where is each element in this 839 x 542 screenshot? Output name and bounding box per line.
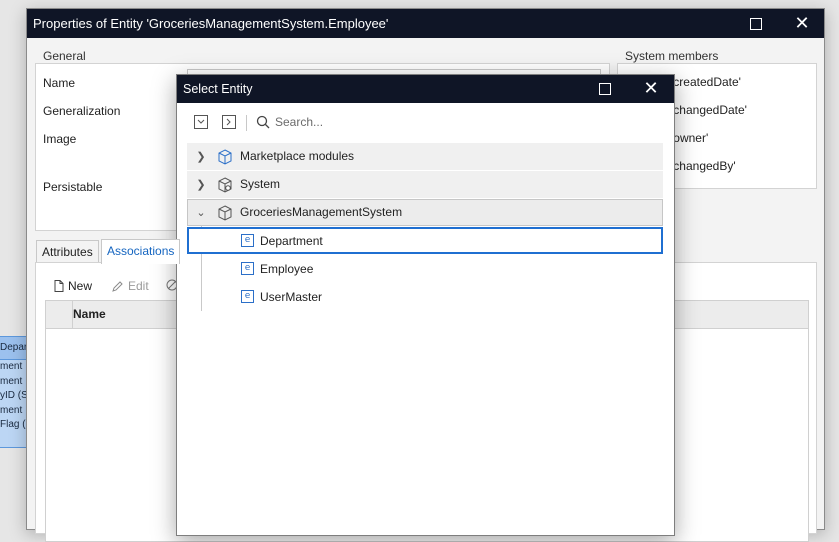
tree-label: UserMaster bbox=[260, 290, 323, 304]
new-button-label: New bbox=[68, 279, 93, 293]
system-members-label: System members bbox=[623, 49, 721, 63]
background-entity-line: ment bbox=[0, 375, 23, 387]
tree-label: Department bbox=[260, 234, 323, 248]
marketplace-module-icon bbox=[218, 149, 232, 165]
select-entity-dialog: Select Entity ✕ ❯ Marketplace modules ❯ … bbox=[176, 74, 675, 536]
persistable-label: Persistable bbox=[43, 180, 103, 194]
entity-icon: e bbox=[241, 290, 254, 303]
tree-item-groceries-management-system[interactable]: ⌄ GroceriesManagementSystem bbox=[187, 199, 663, 226]
search-icon bbox=[254, 113, 272, 131]
maximize-icon bbox=[599, 83, 611, 95]
search-input[interactable] bbox=[275, 113, 475, 131]
dialog-toolbar bbox=[177, 103, 674, 141]
expand-all-icon bbox=[222, 115, 236, 129]
grid-row-header-column bbox=[46, 301, 73, 328]
background-entity-line: yID (S bbox=[0, 390, 28, 401]
pencil-icon bbox=[112, 281, 123, 292]
dialog-close-button[interactable]: ✕ bbox=[628, 75, 674, 103]
image-label: Image bbox=[43, 132, 77, 146]
select-entity-title: Select Entity bbox=[183, 82, 253, 96]
tree-item-usermaster[interactable]: e UserMaster bbox=[187, 283, 663, 310]
collapse-all-button[interactable] bbox=[192, 113, 210, 131]
toolbar-separator bbox=[246, 115, 247, 131]
chevron-right-icon[interactable]: ❯ bbox=[195, 178, 207, 191]
module-icon bbox=[218, 205, 232, 221]
tree-label: GroceriesManagementSystem bbox=[240, 205, 403, 219]
background-entity-box[interactable]: Departm ment ment yID (S ment Flag ( bbox=[0, 336, 29, 448]
entity-icon: e bbox=[241, 234, 254, 247]
dialog-maximize-button[interactable] bbox=[582, 75, 628, 103]
tree-item-marketplace-modules[interactable]: ❯ Marketplace modules bbox=[187, 143, 663, 170]
tree-item-department[interactable]: e Department bbox=[187, 227, 663, 254]
general-group-label: General bbox=[41, 49, 88, 63]
properties-title: Properties of Entity 'GroceriesManagemen… bbox=[33, 16, 389, 31]
generalization-label: Generalization bbox=[43, 104, 121, 118]
tab-associations[interactable]: Associations bbox=[101, 239, 181, 264]
system-member-owner[interactable]: 'owner' bbox=[671, 131, 708, 145]
chevron-down-icon[interactable]: ⌄ bbox=[195, 206, 207, 219]
edit-button-label: Edit bbox=[128, 279, 149, 293]
tab-attributes[interactable]: Attributes bbox=[36, 240, 99, 263]
close-icon: ✕ bbox=[643, 78, 659, 99]
properties-close-button[interactable]: ✕ bbox=[779, 9, 825, 38]
tree-label: Employee bbox=[260, 262, 314, 276]
system-member-changed-date[interactable]: 'changedDate' bbox=[671, 103, 747, 117]
tree-item-employee[interactable]: e Employee bbox=[187, 255, 663, 282]
entity-icon: e bbox=[241, 262, 254, 275]
collapse-all-icon bbox=[194, 115, 208, 129]
background-entity-line: ment bbox=[0, 361, 23, 372]
select-entity-titlebar: Select Entity ✕ bbox=[177, 75, 674, 103]
expand-all-button[interactable] bbox=[220, 113, 238, 131]
properties-titlebar: Properties of Entity 'GroceriesManagemen… bbox=[27, 9, 824, 38]
tree-item-system[interactable]: ❯ System bbox=[187, 171, 663, 198]
tree-label: Marketplace modules bbox=[240, 149, 355, 163]
properties-maximize-button[interactable] bbox=[733, 9, 779, 38]
background-entity-line: Flag ( bbox=[0, 419, 26, 430]
system-member-created-date[interactable]: 'createdDate' bbox=[671, 75, 741, 89]
background-entity-line: ment bbox=[0, 404, 23, 416]
tree-label: System bbox=[240, 177, 281, 191]
new-button[interactable]: New bbox=[54, 279, 92, 293]
system-member-changed-by[interactable]: 'changedBy' bbox=[671, 159, 736, 173]
edit-button[interactable]: Edit bbox=[112, 279, 149, 293]
system-module-icon bbox=[218, 177, 232, 193]
name-label: Name bbox=[43, 76, 76, 90]
close-icon: ✕ bbox=[794, 12, 810, 34]
background-entity-header: Departm bbox=[0, 337, 28, 360]
grid-column-name[interactable]: Name bbox=[73, 307, 106, 321]
new-document-icon bbox=[54, 280, 64, 292]
chevron-right-icon[interactable]: ❯ bbox=[195, 150, 207, 163]
maximize-icon bbox=[750, 17, 762, 30]
